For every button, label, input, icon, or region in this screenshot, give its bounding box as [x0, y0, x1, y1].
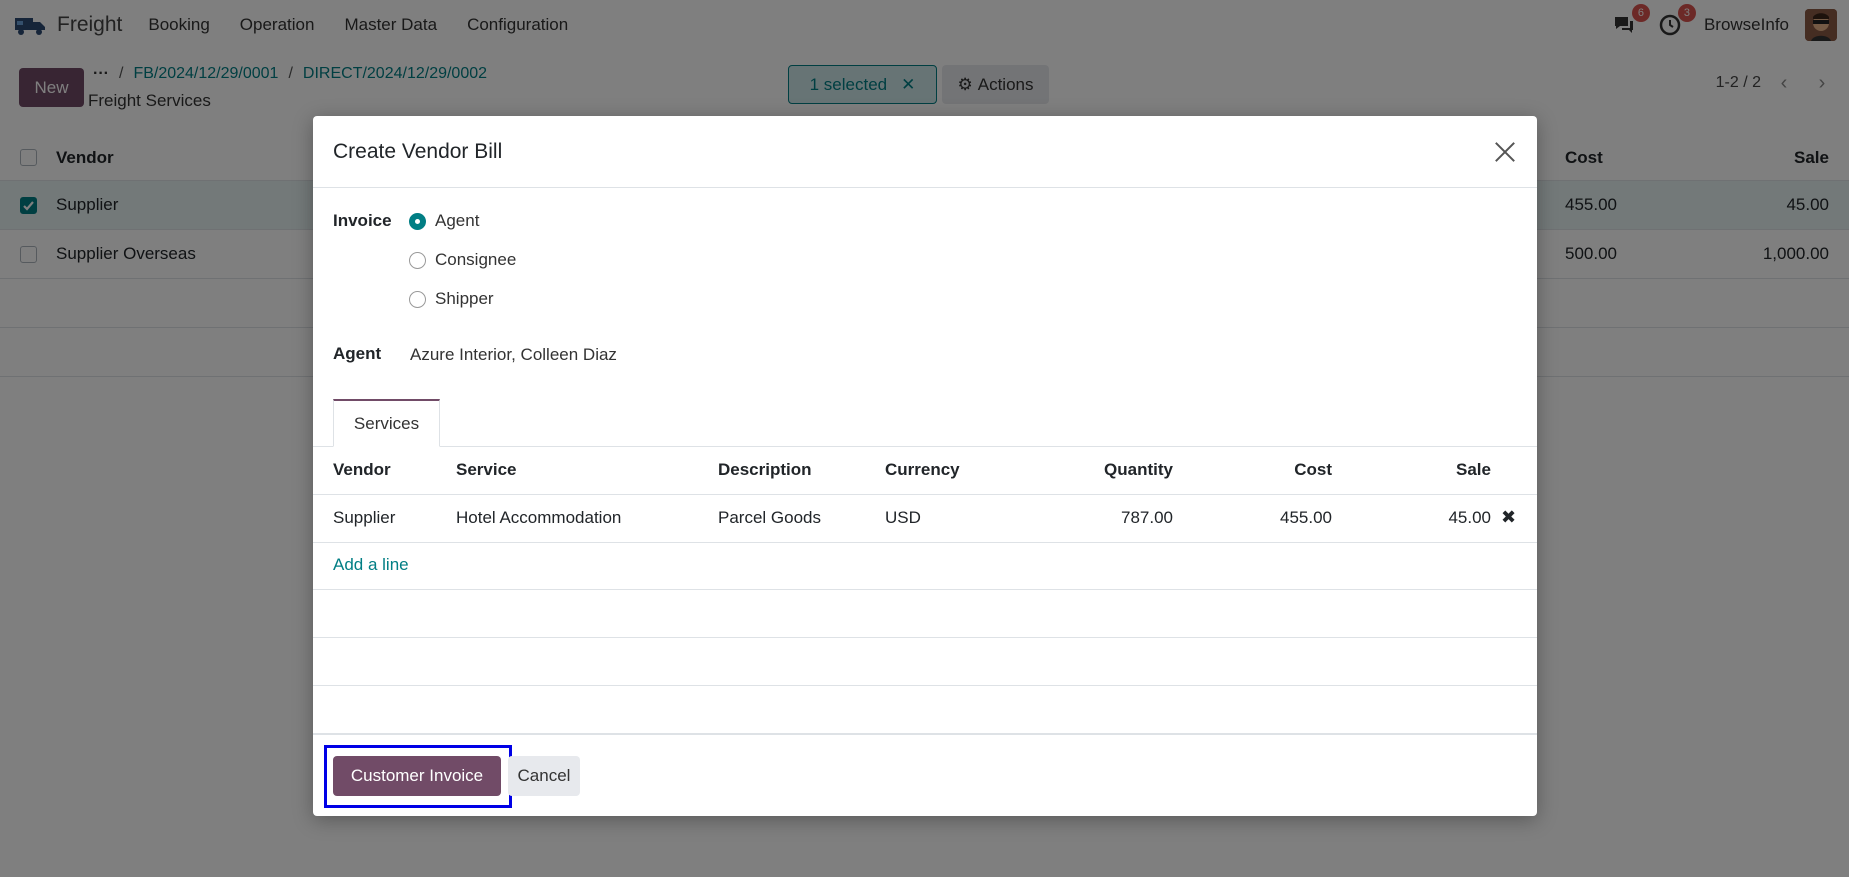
- cell-sale[interactable]: 45.00: [1448, 508, 1491, 528]
- radio-shipper[interactable]: [409, 290, 426, 308]
- column-quantity: Quantity: [1104, 460, 1173, 479]
- modal-header: Create Vendor Bill: [313, 116, 1537, 188]
- modal-footer-divider: [313, 734, 1537, 735]
- column-sale: Sale: [1456, 460, 1491, 479]
- modal-title: Create Vendor Bill: [333, 140, 503, 163]
- column-description: Description: [718, 460, 812, 479]
- column-cost: Cost: [1294, 460, 1332, 479]
- empty-row: [313, 686, 1537, 734]
- delete-row-icon[interactable]: ✖: [1501, 507, 1516, 528]
- empty-row: [313, 638, 1537, 686]
- cell-currency[interactable]: USD: [885, 508, 921, 528]
- customer-invoice-button[interactable]: Customer Invoice: [333, 756, 501, 796]
- invoice-label: Invoice: [333, 211, 392, 230]
- empty-row: [313, 590, 1537, 638]
- agent-label: Agent: [333, 344, 382, 363]
- radio-option-shipper[interactable]: Shipper: [409, 289, 494, 309]
- create-vendor-bill-dialog: Create Vendor Bill Invoice Agent Consign…: [313, 116, 1537, 816]
- radio-agent-label[interactable]: Agent: [435, 211, 479, 231]
- tab-services[interactable]: Services: [333, 399, 440, 447]
- radio-option-agent[interactable]: Agent: [409, 211, 479, 231]
- services-table-header: Vendor Service Description Currency Quan…: [313, 447, 1537, 495]
- cell-cost[interactable]: 455.00: [1280, 508, 1332, 528]
- add-line-link[interactable]: Add a line: [333, 555, 409, 575]
- radio-consignee[interactable]: [409, 251, 426, 269]
- table-row[interactable]: Supplier Hotel Accommodation Parcel Good…: [313, 495, 1537, 543]
- agent-value[interactable]: Azure Interior, Colleen Diaz: [410, 345, 617, 365]
- column-currency: Currency: [885, 460, 960, 479]
- column-vendor: Vendor: [333, 460, 391, 479]
- cell-description[interactable]: Parcel Goods: [718, 508, 821, 528]
- radio-agent[interactable]: [409, 212, 426, 230]
- close-icon[interactable]: [1491, 138, 1519, 166]
- radio-shipper-label[interactable]: Shipper: [435, 289, 494, 309]
- radio-option-consignee[interactable]: Consignee: [409, 250, 516, 270]
- cancel-button[interactable]: Cancel: [508, 756, 580, 796]
- add-line-row: Add a line: [313, 543, 1537, 590]
- cell-vendor[interactable]: Supplier: [333, 508, 395, 528]
- cell-service[interactable]: Hotel Accommodation: [456, 508, 621, 528]
- column-service: Service: [456, 460, 517, 479]
- radio-consignee-label[interactable]: Consignee: [435, 250, 516, 270]
- cell-quantity[interactable]: 787.00: [1121, 508, 1173, 528]
